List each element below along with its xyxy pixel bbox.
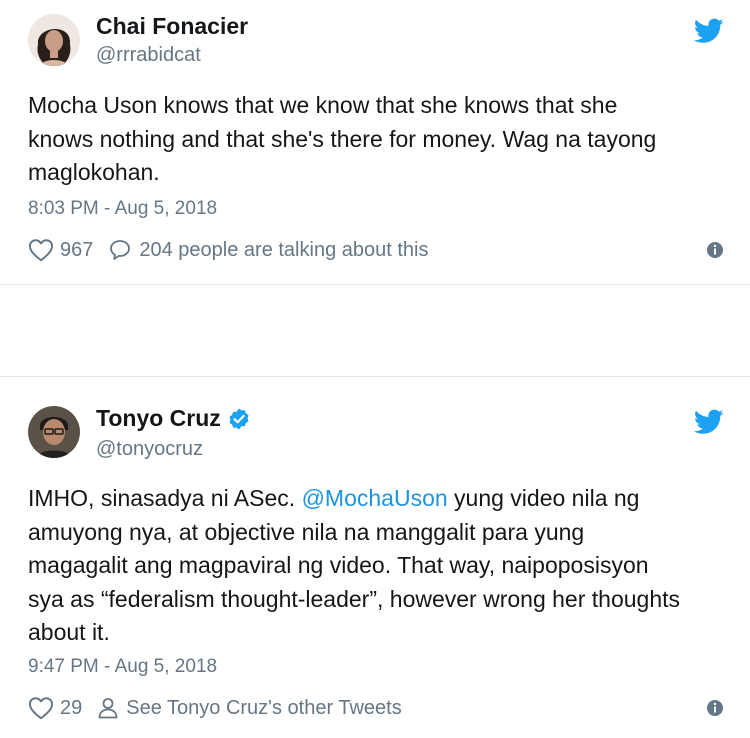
person-icon xyxy=(98,698,118,719)
tweet-card: Chai Fonacier @rrrabidcat Mocha Uson kno… xyxy=(0,0,750,285)
heart-icon xyxy=(28,697,54,720)
author-handle[interactable]: @rrrabidcat xyxy=(96,44,201,67)
tweet-text-line: Mocha Uson knows that we know that she k… xyxy=(28,92,618,118)
tweet-timestamp[interactable]: 9:47 PM - Aug 5, 2018 xyxy=(28,656,217,678)
tweet-text-segment: IMHO, sinasadya ni ASec. xyxy=(28,485,302,511)
like-button[interactable]: 29 xyxy=(28,696,82,720)
tweet-card: Tonyo Cruz @tonyocruz IMHO, sinasadya ni… xyxy=(0,376,750,738)
info-icon[interactable] xyxy=(706,699,724,717)
tweet-text: Mocha Uson knows that we know that she k… xyxy=(28,89,728,190)
tweet-text-line: knows nothing and that she's there for m… xyxy=(28,125,657,152)
avatar[interactable] xyxy=(28,406,80,458)
tweet-text-line: magagalit ang magpaviral ng video. That … xyxy=(28,552,649,578)
tweet-text-line: about it. xyxy=(28,619,110,645)
tweet-text-segment: yung video nila ng xyxy=(447,485,640,511)
author-name[interactable]: Tonyo Cruz xyxy=(96,405,221,432)
like-count: 967 xyxy=(60,238,94,261)
like-button[interactable]: 967 xyxy=(28,238,93,262)
engagement-text: 204 people are talking about this xyxy=(139,238,429,261)
conversation-link[interactable]: 204 people are talking about this xyxy=(107,238,428,262)
avatar[interactable] xyxy=(28,14,80,66)
engagement-text: See Tonyo Cruz's other Tweets xyxy=(126,696,402,719)
tweet-text-line: maglokohan. xyxy=(28,159,160,185)
like-count: 29 xyxy=(60,696,83,719)
profile-link[interactable]: See Tonyo Cruz's other Tweets xyxy=(96,696,402,720)
tweet-actions: 29 See Tonyo Cruz's other Tweets xyxy=(28,696,724,720)
tweet-text: IMHO, sinasadya ni ASec. @MochaUson yung… xyxy=(28,482,728,650)
author-name[interactable]: Chai Fonacier xyxy=(96,13,248,40)
speech-bubble-icon xyxy=(110,240,131,260)
author-handle[interactable]: @tonyocruz xyxy=(96,438,203,461)
mention-link[interactable]: @MochaUson xyxy=(302,485,448,511)
tweet-timestamp[interactable]: 8:03 PM - Aug 5, 2018 xyxy=(28,198,217,220)
verified-badge-icon xyxy=(229,408,249,429)
tweet-text-line: sya as “federalism thought-leader”, howe… xyxy=(28,585,681,612)
heart-icon xyxy=(28,239,54,262)
info-icon[interactable] xyxy=(706,241,724,259)
tweet-actions: 967 204 people are talking about this xyxy=(28,238,724,262)
twitter-bird-icon[interactable] xyxy=(694,18,724,44)
twitter-bird-icon[interactable] xyxy=(694,409,724,435)
tweet-text-line: amuyong nya, at objective nila na mangga… xyxy=(28,518,585,545)
